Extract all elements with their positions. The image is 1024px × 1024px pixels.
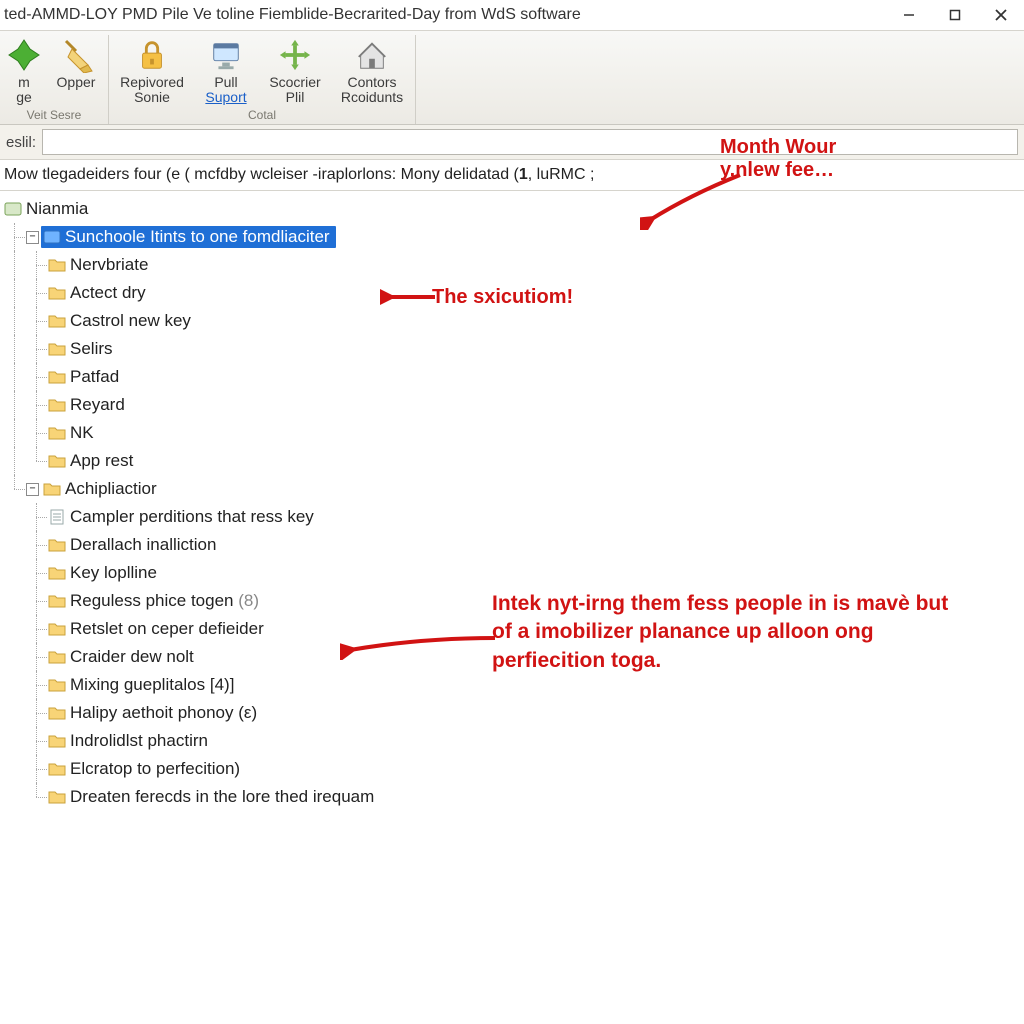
- search-bar: eslil:: [0, 125, 1024, 160]
- folder-icon: [48, 789, 66, 805]
- broom-icon: [58, 37, 94, 73]
- ribbon-btn-pull[interactable]: PullSuport: [195, 35, 257, 106]
- tree-node[interactable]: Sunchoole Itints to one fomdliaciter: [41, 226, 336, 248]
- folder-icon: [48, 565, 66, 581]
- folder-icon: [43, 481, 61, 497]
- tree-item[interactable]: Patfad: [70, 367, 119, 387]
- tree-expander[interactable]: −: [26, 483, 39, 496]
- folder-icon: [48, 705, 66, 721]
- tree-item[interactable]: Elcratop to perfecition): [70, 759, 240, 779]
- folder-icon: [48, 677, 66, 693]
- tree-item[interactable]: App rest: [70, 451, 133, 471]
- ribbon-group-label: Cotal: [248, 108, 276, 122]
- tree-node-selected-icon: [43, 229, 61, 245]
- ribbon-group-label: Veit Sesre: [27, 108, 82, 122]
- tree-node-label: Sunchoole Itints to one fomdliaciter: [65, 227, 330, 247]
- tree-item[interactable]: Actect dry: [70, 283, 146, 303]
- arrows-icon: [277, 37, 313, 73]
- tree-item[interactable]: Indrolidlst phactirn: [70, 731, 208, 751]
- maximize-icon: [949, 9, 961, 21]
- folder-icon: [48, 341, 66, 357]
- minimize-icon: [903, 9, 915, 21]
- folder-icon: [48, 621, 66, 637]
- folder-icon: [48, 425, 66, 441]
- ribbon-btn-mge[interactable]: mge: [4, 35, 44, 106]
- ribbon-group-cotal: RepivoredSonie PullSuport ScocrierPlil: [109, 35, 416, 124]
- tree-item[interactable]: Selirs: [70, 339, 113, 359]
- tree-item[interactable]: Mixing gueplitalos [4)]: [70, 675, 234, 695]
- folder-icon: [48, 285, 66, 301]
- folder-icon: [48, 369, 66, 385]
- file-icon: [48, 509, 66, 525]
- green-plus-icon: [6, 37, 42, 73]
- tree-item[interactable]: NK: [70, 423, 94, 443]
- tree-node-label: Achipliactior: [65, 479, 157, 499]
- ribbon-btn-opper[interactable]: Opper: [48, 35, 104, 106]
- ribbon-toolbar: mge Opper Veit Sesre RepivoredSonie: [0, 30, 1024, 125]
- tree-item[interactable]: Reyard: [70, 395, 125, 415]
- ribbon-btn-contors[interactable]: ContorsRcoidunts: [333, 35, 411, 106]
- tree-item[interactable]: Reguless phice togen (8): [70, 591, 259, 611]
- folder-icon: [48, 397, 66, 413]
- tree-item[interactable]: Craider dew nolt: [70, 647, 194, 667]
- tree-item[interactable]: Retslet on ceper defieider: [70, 619, 264, 639]
- window-titlebar: ted-AMMD-LOY PMD Pile Ve toline Fiemblid…: [0, 0, 1024, 30]
- tree-view[interactable]: Nianmia − Sunchoole Itints to one fomdliac…: [0, 191, 1024, 811]
- tree-root-icon: [4, 201, 22, 217]
- folder-icon: [48, 649, 66, 665]
- tree-expander[interactable]: −: [26, 231, 39, 244]
- close-button[interactable]: [978, 0, 1024, 30]
- monitor-icon: [208, 37, 244, 73]
- house-icon: [354, 37, 390, 73]
- folder-icon: [48, 257, 66, 273]
- folder-icon: [48, 733, 66, 749]
- status-line: Mow tlegadeiders four (e ( mcfdby wcleis…: [0, 160, 1024, 191]
- tree-item[interactable]: Nervbriate: [70, 255, 148, 275]
- tree-item[interactable]: Halipy aethoit phonoy (ε): [70, 703, 257, 723]
- tree-item[interactable]: Derallach inalliction: [70, 535, 216, 555]
- folder-icon: [48, 761, 66, 777]
- tree-item[interactable]: Campler perditions that ress key: [70, 507, 314, 527]
- ribbon-btn-repivored[interactable]: RepivoredSonie: [113, 35, 191, 106]
- close-icon: [994, 8, 1008, 22]
- window-title: ted-AMMD-LOY PMD Pile Ve toline Fiemblid…: [4, 6, 886, 24]
- tree-root-label[interactable]: Nianmia: [26, 199, 88, 219]
- minimize-button[interactable]: [886, 0, 932, 30]
- search-label: eslil:: [6, 134, 36, 151]
- tree-item[interactable]: Castrol new key: [70, 311, 191, 331]
- folder-icon: [48, 313, 66, 329]
- lock-icon: [134, 37, 170, 73]
- folder-icon: [48, 453, 66, 469]
- tree-item[interactable]: Dreaten ferecds in the lore thed irequam: [70, 787, 374, 807]
- folder-icon: [48, 537, 66, 553]
- folder-icon: [48, 593, 66, 609]
- maximize-button[interactable]: [932, 0, 978, 30]
- ribbon-btn-scoorier[interactable]: ScocrierPlil: [261, 35, 329, 106]
- search-input[interactable]: [42, 129, 1018, 155]
- tree-node[interactable]: Achipliactior: [41, 478, 163, 500]
- ribbon-group-veitsesre: mge Opper Veit Sesre: [0, 35, 109, 124]
- tree-item[interactable]: Key loplline: [70, 563, 157, 583]
